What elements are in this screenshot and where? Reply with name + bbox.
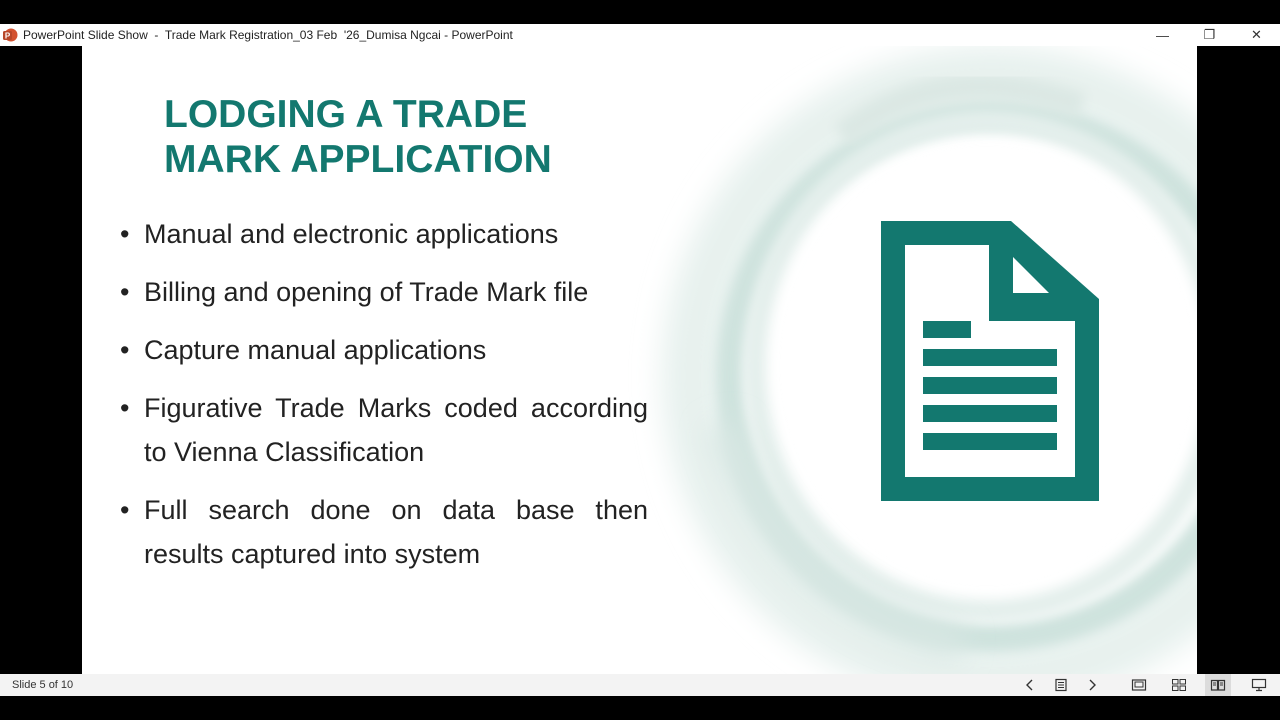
bullet-item: Capture manual applications — [120, 328, 648, 372]
restore-button[interactable]: ❐ — [1186, 24, 1233, 46]
window-title: PowerPoint Slide Show - Trade Mark Regis… — [23, 28, 513, 42]
minimize-button[interactable]: — — [1139, 24, 1186, 46]
bullet-item: Manual and electronic applications — [120, 212, 648, 256]
previous-slide-icon[interactable] — [1017, 674, 1043, 696]
next-slide-icon[interactable] — [1079, 674, 1105, 696]
slide-sorter-icon[interactable] — [1166, 674, 1192, 696]
bullet-item: Full search done on data base then resul… — [120, 488, 648, 576]
bullet-item: Billing and opening of Trade Mark file — [120, 270, 648, 314]
slide[interactable]: LODGING A TRADE MARK APPLICATION Manual … — [82, 46, 1197, 674]
status-bar: Slide 5 of 10 — [0, 674, 1280, 696]
powerpoint-app-icon: P — [3, 28, 18, 42]
title-bar: P PowerPoint Slide Show - Trade Mark Reg… — [0, 24, 1280, 46]
close-button[interactable]: ✕ — [1233, 24, 1280, 46]
normal-view-icon[interactable] — [1126, 674, 1152, 696]
document-icon — [881, 221, 1099, 501]
bullet-list: Manual and electronic applications Billi… — [120, 212, 648, 590]
window-controls: — ❐ ✕ — [1139, 24, 1280, 46]
svg-text:P: P — [5, 32, 11, 41]
slide-show-icon[interactable] — [1246, 674, 1272, 696]
slide-title: LODGING A TRADE MARK APPLICATION — [164, 93, 552, 181]
slide-menu-icon[interactable] — [1048, 674, 1074, 696]
bullet-item: Figurative Trade Marks coded according t… — [120, 386, 648, 474]
reading-view-icon[interactable] — [1205, 674, 1231, 696]
slide-indicator: Slide 5 of 10 — [12, 679, 74, 691]
